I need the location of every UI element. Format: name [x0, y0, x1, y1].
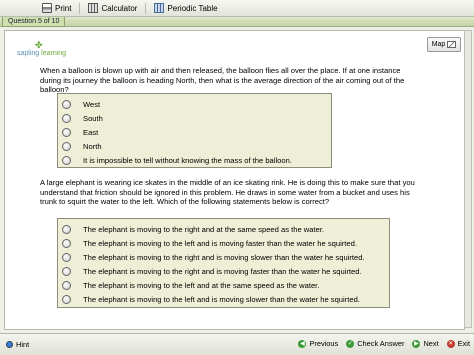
question-2-text: A large elephant is wearing ice skates i… [40, 178, 415, 206]
check-icon: ✓ [346, 339, 355, 348]
option-label: The elephant is moving to the right and … [83, 252, 365, 262]
calculator-icon [88, 3, 99, 13]
previous-label: Previous [309, 339, 339, 348]
radio-button[interactable] [62, 294, 71, 304]
option-elephant-4[interactable]: The elephant is moving to the right and … [62, 264, 389, 278]
periodic-table-icon [154, 3, 165, 13]
arrow-left-icon: ◀ [298, 339, 307, 348]
scrollbar[interactable] [464, 30, 472, 328]
radio-button[interactable] [62, 238, 71, 248]
radio-button[interactable] [62, 155, 71, 165]
hint-button[interactable]: Hint [6, 340, 29, 349]
question-1-options: West South East North It is impossible t… [57, 93, 332, 168]
exit-button[interactable]: ✕ Exit [446, 339, 470, 348]
option-east[interactable]: East [62, 125, 331, 139]
option-north[interactable]: North [62, 139, 331, 153]
map-button[interactable]: Map [427, 37, 461, 52]
check-answer-button[interactable]: ✓ Check Answer [346, 339, 404, 348]
logo-text: sapling learning [17, 50, 67, 57]
map-icon [447, 41, 457, 48]
periodic-table-button[interactable]: Periodic Table [154, 3, 218, 13]
radio-button[interactable] [62, 266, 71, 276]
option-label: The elephant is moving to the left and a… [83, 280, 320, 290]
exit-label: Exit [457, 339, 470, 348]
radio-button[interactable] [62, 252, 71, 262]
calculator-button[interactable]: Calculator [88, 3, 137, 13]
print-button[interactable]: Print [42, 3, 71, 13]
question-panel: ✤ sapling learning Map When a balloon is… [4, 30, 465, 330]
previous-button[interactable]: ◀ Previous [298, 339, 338, 348]
footer-bar: Hint ◀ Previous ✓ Check Answer ▶ Next ✕ … [0, 333, 474, 355]
option-elephant-6[interactable]: The elephant is moving to the left and i… [62, 292, 389, 306]
periodic-table-label: Periodic Table [167, 3, 218, 13]
option-label: The elephant is moving to the left and i… [83, 294, 360, 304]
navigation: ◀ Previous ✓ Check Answer ▶ Next ✕ Exit [298, 339, 470, 348]
radio-button[interactable] [62, 280, 71, 290]
option-label: The elephant is moving to the left and i… [83, 238, 357, 248]
option-label: It is impossible to tell without knowing… [83, 155, 292, 165]
radio-button[interactable] [62, 127, 71, 137]
option-label: North [83, 141, 102, 151]
question-bar: Question 5 of 10 [0, 17, 474, 27]
option-elephant-1[interactable]: The elephant is moving to the right and … [62, 222, 389, 236]
option-elephant-3[interactable]: The elephant is moving to the right and … [62, 250, 389, 264]
toolbar: Print Calculator Periodic Table [0, 0, 474, 17]
map-label: Map [431, 41, 446, 48]
option-south[interactable]: South [62, 111, 331, 125]
question-1-text: When a balloon is blown up with air and … [40, 66, 405, 94]
option-label: South [83, 113, 103, 123]
option-impossible[interactable]: It is impossible to tell without knowing… [62, 153, 331, 167]
radio-button[interactable] [62, 224, 71, 234]
option-label: West [83, 99, 101, 109]
radio-button[interactable] [62, 113, 71, 123]
next-label: Next [423, 339, 439, 348]
hint-icon [6, 341, 13, 348]
sapling-learning-logo: ✤ sapling learning [17, 41, 69, 59]
exit-icon: ✕ [446, 339, 455, 348]
radio-button[interactable] [62, 141, 71, 151]
hint-label: Hint [16, 340, 30, 349]
printer-icon [42, 3, 52, 13]
option-label: The elephant is moving to the right and … [83, 224, 325, 234]
toolbar-divider [79, 2, 81, 14]
option-elephant-5[interactable]: The elephant is moving to the left and a… [62, 278, 389, 292]
calculator-label: Calculator [101, 3, 138, 13]
arrow-right-icon: ▶ [412, 339, 421, 348]
toolbar-divider [145, 2, 147, 14]
option-west[interactable]: West [62, 97, 331, 111]
check-answer-label: Check Answer [357, 339, 405, 348]
print-label: Print [55, 3, 72, 13]
question-tab[interactable]: Question 5 of 10 [2, 17, 66, 27]
radio-button[interactable] [62, 99, 71, 109]
option-elephant-2[interactable]: The elephant is moving to the left and i… [62, 236, 389, 250]
leaf-icon: ✤ [35, 40, 43, 50]
question-2-options: The elephant is moving to the right and … [57, 218, 390, 308]
option-label: East [83, 127, 99, 137]
option-label: The elephant is moving to the right and … [83, 266, 362, 276]
next-button[interactable]: ▶ Next [412, 339, 439, 348]
